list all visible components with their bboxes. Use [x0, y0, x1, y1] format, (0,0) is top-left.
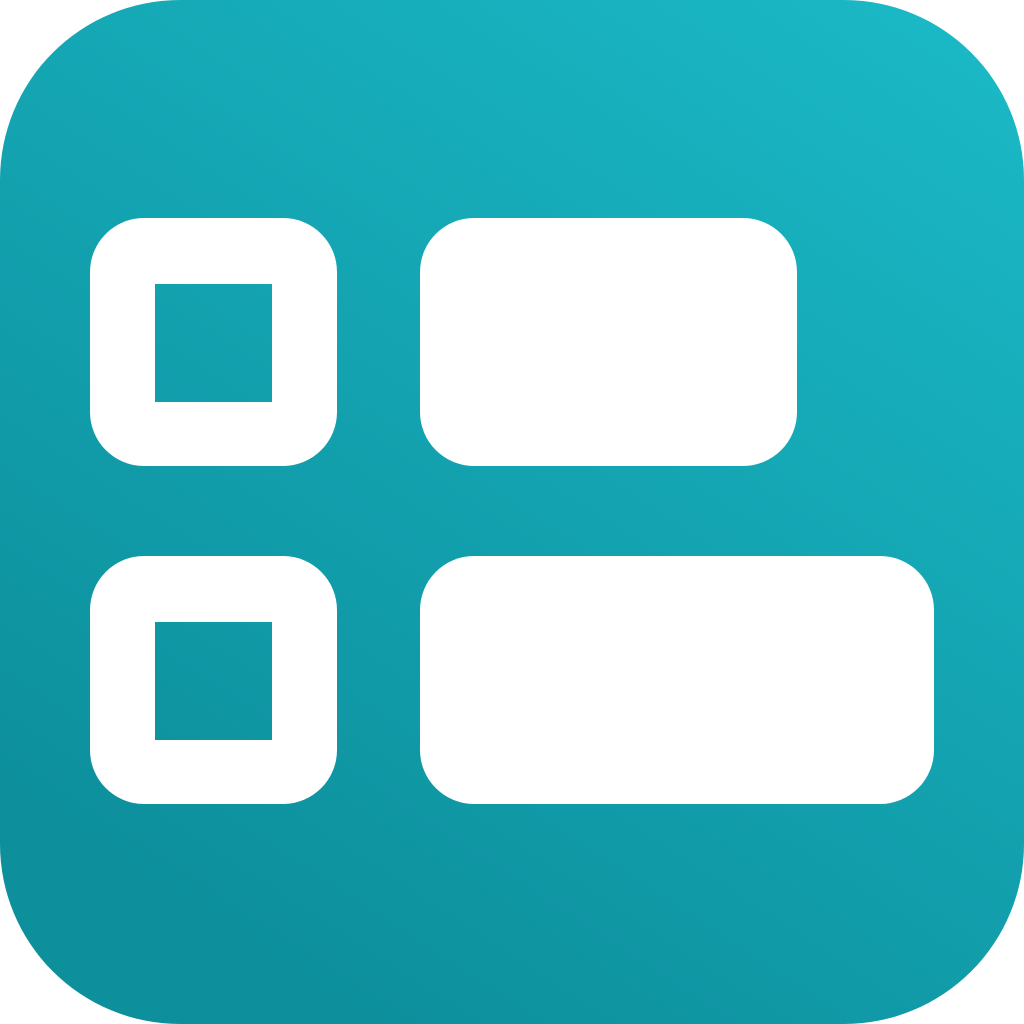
- content-bar-short: [420, 218, 797, 466]
- content-bar-long: [420, 556, 934, 804]
- app-icon: [0, 0, 1024, 1024]
- checklist-layout-icon: [0, 0, 1024, 1024]
- icon-background: [0, 0, 1024, 1024]
